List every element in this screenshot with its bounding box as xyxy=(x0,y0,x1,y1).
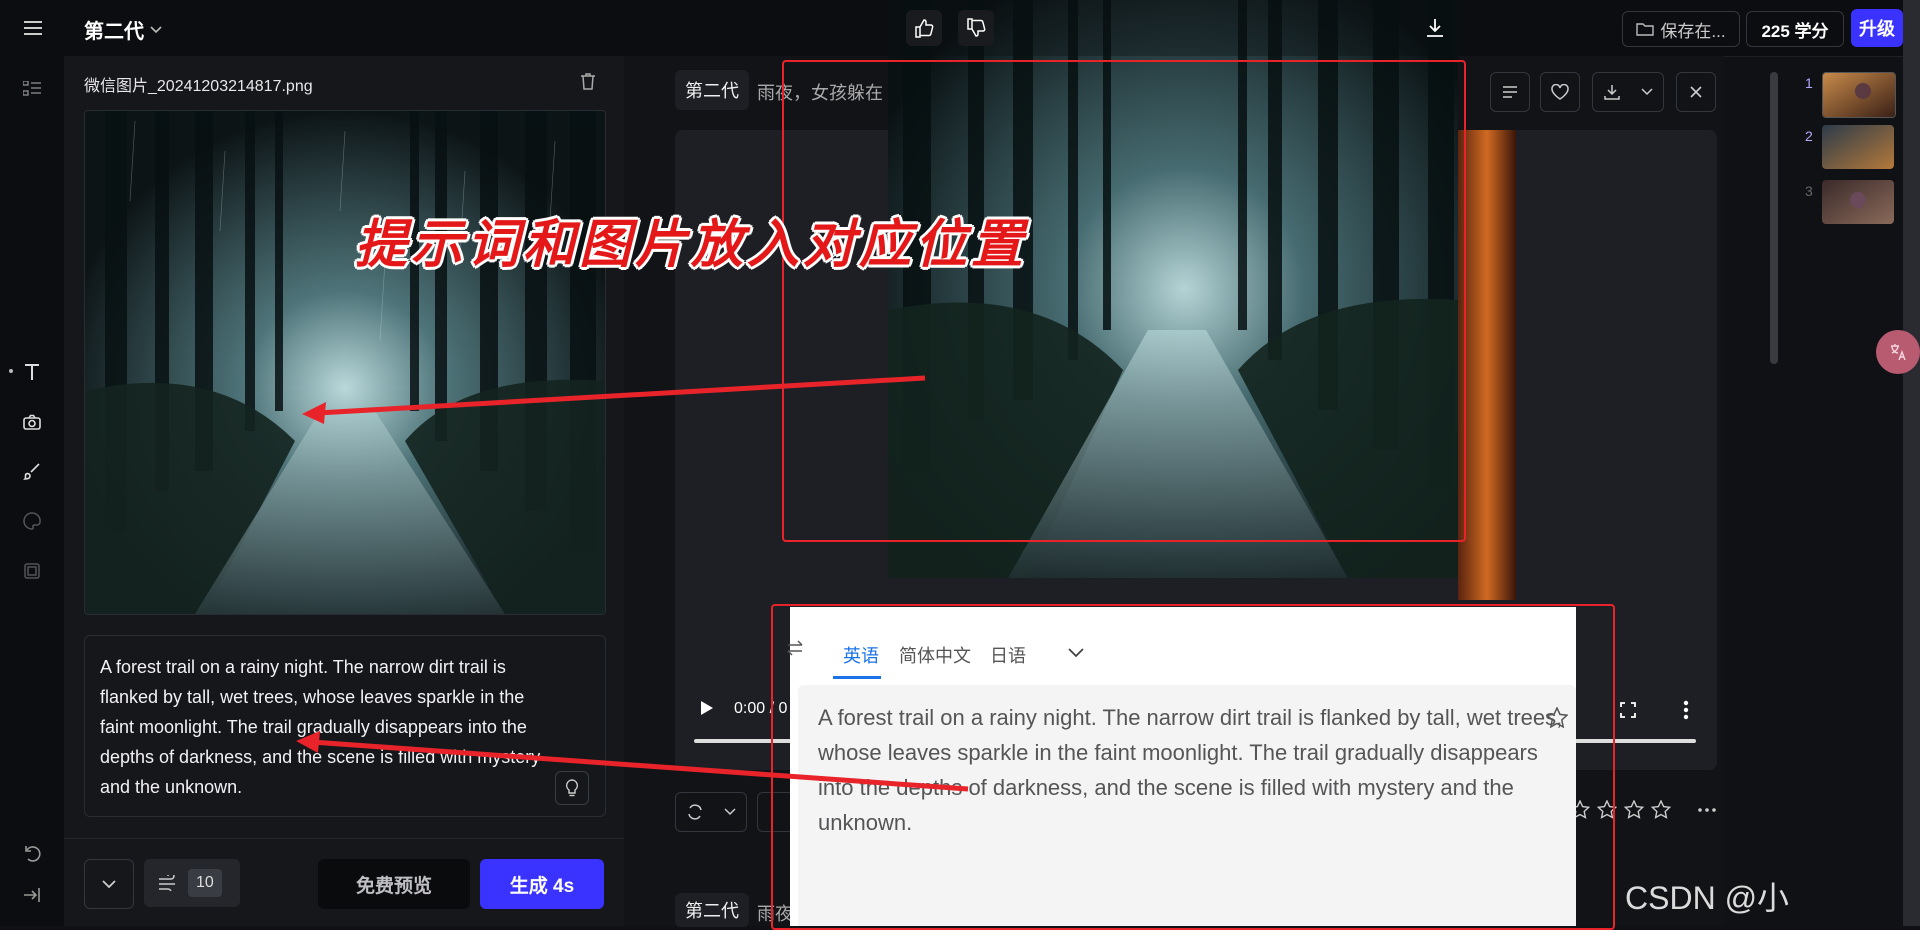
annotation-arrows xyxy=(296,375,969,792)
watermark: CSDN @小 xyxy=(1625,880,1790,916)
thumbnail-number: 2 xyxy=(1805,128,1813,144)
thumbnail-number: 1 xyxy=(1805,75,1813,91)
annotation-label: 提示词和图片放入对应位置 xyxy=(355,214,1028,275)
thumbnail-3[interactable] xyxy=(1822,180,1894,224)
translate-fab-icon[interactable] xyxy=(1876,330,1920,374)
thumbnail-1[interactable] xyxy=(1822,72,1896,118)
thumbnail-number: 3 xyxy=(1805,183,1813,199)
thumbnail-2[interactable] xyxy=(1822,125,1894,169)
